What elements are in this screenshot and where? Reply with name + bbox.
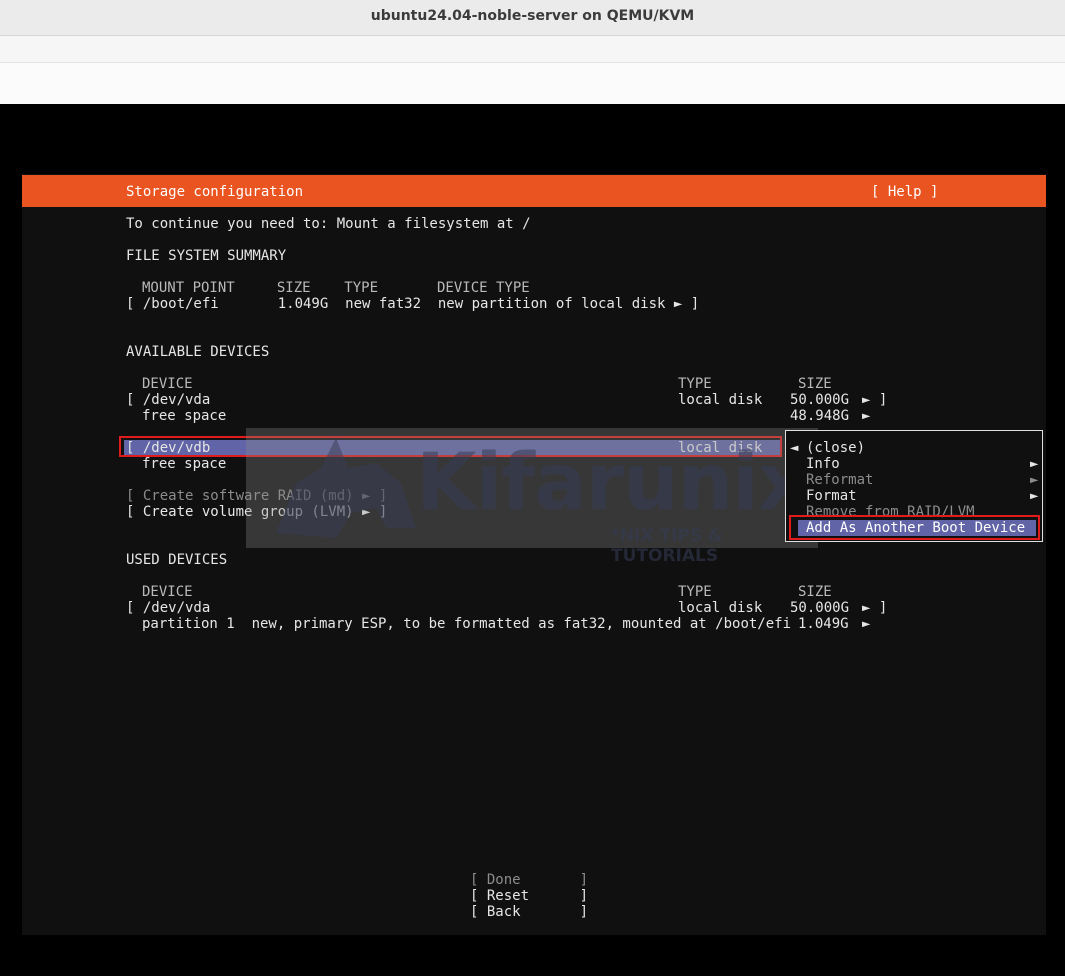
available-col-device: DEVICE bbox=[142, 376, 193, 392]
menu-item-reformat-arrow: ► bbox=[1030, 472, 1039, 488]
menu-item-format[interactable]: Format bbox=[806, 488, 857, 504]
rhino-logo-icon bbox=[276, 438, 416, 538]
menu-close-arrow-icon[interactable]: ◄ bbox=[790, 440, 798, 456]
used-col-size: SIZE bbox=[798, 584, 832, 600]
used-vda-size: 50.000G bbox=[790, 600, 850, 616]
used-vda-arrow[interactable]: ► ] bbox=[862, 600, 887, 616]
watermark: Kifarunix *NIX TIPS & TUTORIALS bbox=[246, 428, 818, 566]
used-devices-heading: USED DEVICES bbox=[126, 552, 228, 568]
fs-summary-columns: MOUNT POINT SIZE TYPE DEVICE TYPE bbox=[142, 280, 530, 296]
window-title: ubuntu24.04-noble-server on QEMU/KVM bbox=[370, 8, 695, 24]
fs-summary-heading: FILE SYSTEM SUMMARY bbox=[126, 248, 287, 264]
used-col-device: DEVICE bbox=[142, 584, 193, 600]
available-vda-type: local disk bbox=[678, 392, 763, 408]
available-vda-size: 50.000G bbox=[790, 392, 850, 408]
window-toolbar-secondary bbox=[0, 63, 1065, 104]
available-vda-arrow[interactable]: ► ] bbox=[862, 392, 887, 408]
window-titlebar: ubuntu24.04-noble-server on QEMU/KVM bbox=[0, 0, 1065, 36]
menu-item-reformat[interactable]: Reformat bbox=[806, 472, 873, 488]
available-vda-free-space[interactable]: free space bbox=[142, 408, 226, 424]
menu-item-format-arrow: ► bbox=[1030, 488, 1039, 504]
available-vda-name[interactable]: [ /dev/vda bbox=[126, 392, 210, 408]
done-button[interactable]: [ Done ] bbox=[470, 872, 588, 888]
add-boot-device-highlight-box bbox=[789, 515, 1040, 540]
available-col-type: TYPE bbox=[678, 376, 712, 392]
window-toolbar bbox=[0, 36, 1065, 63]
used-partition-1[interactable]: partition 1 new, primary ESP, to be form… bbox=[142, 616, 791, 632]
watermark-brand: Kifarunix bbox=[416, 438, 808, 528]
available-vda-free-size: 48.948G bbox=[790, 408, 850, 424]
reset-button[interactable]: [ Reset ] bbox=[470, 888, 588, 904]
used-col-type: TYPE bbox=[678, 584, 712, 600]
menu-item-info-arrow: ► bbox=[1030, 456, 1039, 472]
page-title: Storage configuration bbox=[126, 184, 304, 200]
fs-summary-row-boot-efi[interactable]: [ /boot/efi 1.049G new fat32 new partiti… bbox=[126, 296, 699, 312]
available-vda-free-arrow[interactable]: ► bbox=[862, 408, 870, 424]
available-devices-heading: AVAILABLE DEVICES bbox=[126, 344, 270, 360]
available-vdb-free-space[interactable]: free space bbox=[142, 456, 226, 472]
instruction-text: To continue you need to: Mount a filesys… bbox=[126, 216, 531, 232]
used-vda-type: local disk bbox=[678, 600, 763, 616]
menu-item-info[interactable]: Info bbox=[806, 456, 840, 472]
help-button[interactable]: [ Help ] bbox=[871, 184, 938, 200]
used-vda-name[interactable]: [ /dev/vda bbox=[126, 600, 210, 616]
used-partition-1-size: 1.049G bbox=[798, 616, 849, 632]
menu-close[interactable]: (close) bbox=[806, 440, 865, 456]
available-col-size: SIZE bbox=[798, 376, 832, 392]
back-button[interactable]: [ Back ] bbox=[470, 904, 588, 920]
used-partition-1-arrow[interactable]: ► bbox=[862, 616, 870, 632]
